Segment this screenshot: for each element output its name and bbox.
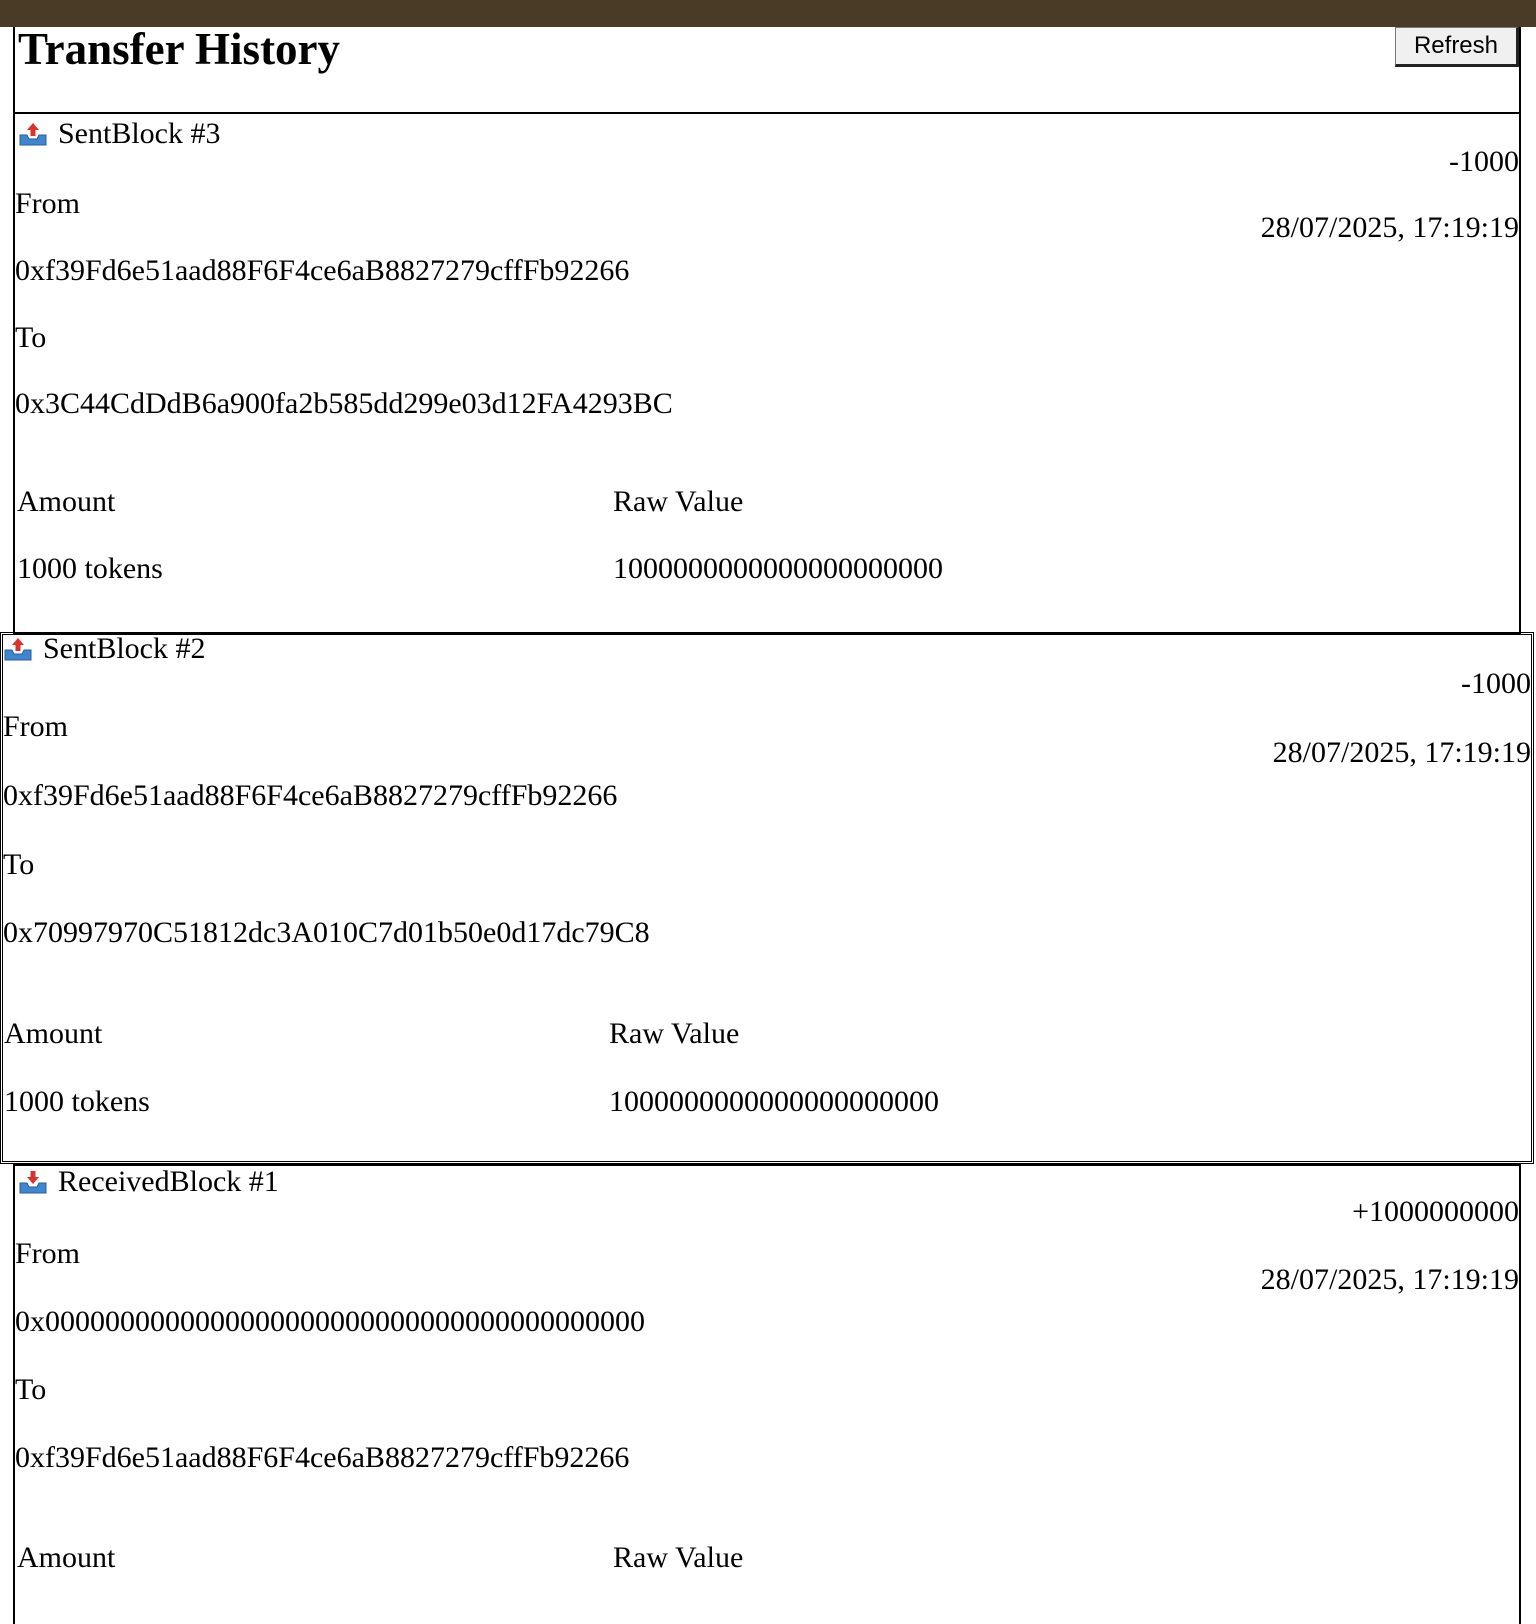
to-address: 0x3C44CdDdB6a900fa2b585dd299e03d12FA4293… xyxy=(15,387,673,420)
timestamp: 28/07/2025, 17:19:19 xyxy=(1260,211,1519,244)
to-label: To xyxy=(3,848,35,881)
transfer-card: ReceivedBlock #1 +1000000000 From 28/07/… xyxy=(13,1164,1521,1624)
from-label: From xyxy=(15,187,81,220)
amount-value: 1000 tokens xyxy=(4,1085,150,1118)
amount-value: 1000 tokens xyxy=(17,552,163,585)
to-label: To xyxy=(15,321,47,354)
amount-delta: +1000000000 xyxy=(1352,1195,1519,1228)
from-address: 0x00000000000000000000000000000000000000… xyxy=(15,1305,645,1338)
amount-label: Amount xyxy=(17,1541,116,1574)
raw-value: 1000000000000000000000 xyxy=(609,1085,939,1118)
from-label: From xyxy=(15,1237,81,1270)
inbox-icon xyxy=(18,1169,48,1195)
from-label: From xyxy=(3,710,69,743)
raw-value-label: Raw Value xyxy=(613,1541,744,1574)
raw-value-label: Raw Value xyxy=(609,1017,740,1050)
amount-label: Amount xyxy=(17,485,116,518)
card-title: SentBlock #2 xyxy=(3,631,206,667)
outbox-icon xyxy=(3,636,33,662)
card-title-text: SentBlock #2 xyxy=(43,632,206,665)
transfer-card: SentBlock #2 -1000 From 28/07/2025, 17:1… xyxy=(0,632,1534,1164)
timestamp: 28/07/2025, 17:19:19 xyxy=(1260,1263,1519,1296)
to-address: 0xf39Fd6e51aad88F6F4ce6aB8827279cffFb922… xyxy=(15,1441,630,1474)
outbox-icon xyxy=(18,121,48,147)
amount-delta: -1000 xyxy=(1461,667,1531,700)
timestamp: 28/07/2025, 17:19:19 xyxy=(1272,736,1531,769)
card-title-text: ReceivedBlock #1 xyxy=(58,1165,279,1198)
from-address: 0xf39Fd6e51aad88F6F4ce6aB8827279cffFb922… xyxy=(15,254,630,287)
to-label: To xyxy=(15,1373,47,1406)
page-header: Transfer History Refresh xyxy=(13,24,1521,113)
raw-value-label: Raw Value xyxy=(613,485,744,518)
page-title: Transfer History xyxy=(18,24,341,74)
raw-value: 1000000000000000000000 xyxy=(613,552,943,585)
refresh-button[interactable]: Refresh xyxy=(1395,27,1519,67)
amount-delta: -1000 xyxy=(1449,145,1519,178)
from-address: 0xf39Fd6e51aad88F6F4ce6aB8827279cffFb922… xyxy=(3,779,618,812)
card-title-text: SentBlock #3 xyxy=(58,117,221,150)
amount-label: Amount xyxy=(4,1017,103,1050)
card-title: ReceivedBlock #1 xyxy=(18,1164,279,1200)
transfer-card: SentBlock #3 -1000 From 28/07/2025, 17:1… xyxy=(13,112,1521,635)
card-title: SentBlock #3 xyxy=(18,116,221,152)
to-address: 0x70997970C51812dc3A010C7d01b50e0d17dc79… xyxy=(3,916,650,949)
